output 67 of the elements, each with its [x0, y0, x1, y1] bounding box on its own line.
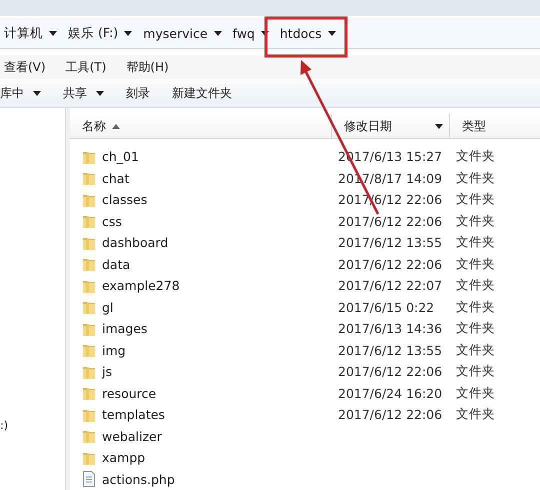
breadcrumb-item[interactable]: htdocs [278, 24, 338, 42]
file-name: images [102, 321, 148, 336]
file-name: img [102, 342, 126, 358]
file-row[interactable]: actions.php [70, 468, 540, 490]
breadcrumb-item[interactable]: 计算机 [2, 22, 59, 44]
type-cell-text: 文件夹 [455, 256, 495, 271]
file-name: js [102, 364, 112, 380]
file-name: gl [102, 300, 114, 315]
nav-item[interactable]: :) [0, 419, 65, 432]
date-cell-text: 2017/6/12 22:06 [337, 256, 442, 272]
file-row[interactable]: resource 2017/6/24 16:20 文件夹 [70, 382, 540, 404]
toolbar-button[interactable]: 刻录 [126, 84, 150, 102]
file-name: classes [102, 192, 148, 208]
date-cell-text: 2017/6/12 13:55 [337, 235, 442, 250]
date-cell-text: 2017/6/12 22:06 [337, 364, 442, 380]
date-cell-text: 2017/6/12 22:06 [337, 214, 442, 229]
type-cell-text: 文件夹 [455, 363, 495, 378]
type-cell-text: 文件夹 [455, 406, 495, 422]
file-name: example278 [102, 278, 180, 294]
type-cell-text: 文件夹 [455, 342, 495, 357]
type-cell-text: 文件夹 [455, 170, 495, 185]
file-row[interactable]: data 2017/6/12 22:06 文件夹 [70, 254, 540, 275]
type-cell-text: 文件夹 [455, 298, 495, 314]
menu-item[interactable]: 查看(V) [4, 58, 46, 76]
type-cell-text: 文件夹 [455, 191, 495, 206]
file-name: actions.php [102, 472, 175, 487]
file-row[interactable]: images 2017/6/13 14:36 文件夹 [70, 318, 540, 340]
date-cell-text: 2017/6/13 14:36 [337, 321, 442, 336]
file-row[interactable]: img 2017/6/12 13:55 文件夹 [70, 340, 540, 361]
column-header[interactable]: 类型 [450, 114, 540, 138]
date-cell-text: 2017/6/24 16:20 [337, 386, 442, 401]
file-name: templates [102, 407, 165, 422]
type-cell-text: 文件夹 [455, 212, 495, 228]
file-row[interactable]: example278 2017/6/12 22:07 文件夹 [70, 275, 540, 296]
file-name: dashboard [102, 235, 168, 250]
toolbar-button[interactable]: 共享 [63, 84, 104, 102]
type-cell-text: 文件夹 [455, 234, 495, 250]
type-cell-text: 文件夹 [455, 384, 495, 400]
file-name: data [102, 256, 130, 272]
file-name: webalizer [102, 428, 162, 444]
file-name: xampp [102, 450, 146, 466]
date-cell-text: 2017/6/12 22:07 [337, 278, 442, 294]
date-cell-text: 2017/6/15 0:22 [337, 300, 434, 315]
file-row[interactable]: js 2017/6/12 22:06 文件夹 [70, 361, 540, 382]
date-cell-text: 2017/6/12 13:55 [337, 342, 442, 358]
file-row[interactable]: templates 2017/6/12 22:06 文件夹 [70, 404, 540, 426]
menu-item[interactable]: 工具(T) [66, 58, 106, 76]
file-name: chat [102, 170, 130, 186]
file-row[interactable]: css 2017/6/12 22:06 文件夹 [70, 210, 540, 232]
menu-item[interactable]: 帮助(H) [126, 58, 169, 76]
file-row[interactable]: webalizer [70, 426, 540, 447]
breadcrumb-item[interactable]: myservice [141, 24, 224, 42]
date-cell-text: 2017/6/12 22:06 [337, 407, 442, 422]
file-row[interactable]: xampp [70, 447, 540, 468]
toolbar-button[interactable]: 新建文件夹 [172, 84, 232, 102]
column-header[interactable]: 修改日期 [332, 114, 450, 138]
breadcrumb-item[interactable]: 娱乐 (F:) [66, 22, 134, 44]
file-row[interactable]: gl 2017/6/15 0:22 文件夹 [70, 296, 540, 318]
type-cell-text: 文件夹 [455, 320, 495, 336]
type-cell-text: 文件夹 [455, 148, 495, 164]
column-header[interactable]: 名称 [70, 114, 332, 138]
toolbar-button[interactable]: 库中 [0, 84, 41, 102]
type-cell-text: 文件夹 [455, 277, 495, 292]
file-name: resource [102, 386, 156, 401]
file-name: css [102, 214, 122, 229]
file-row[interactable]: dashboard 2017/6/12 13:55 文件夹 [70, 232, 540, 254]
file-name: ch_01 [102, 149, 139, 164]
